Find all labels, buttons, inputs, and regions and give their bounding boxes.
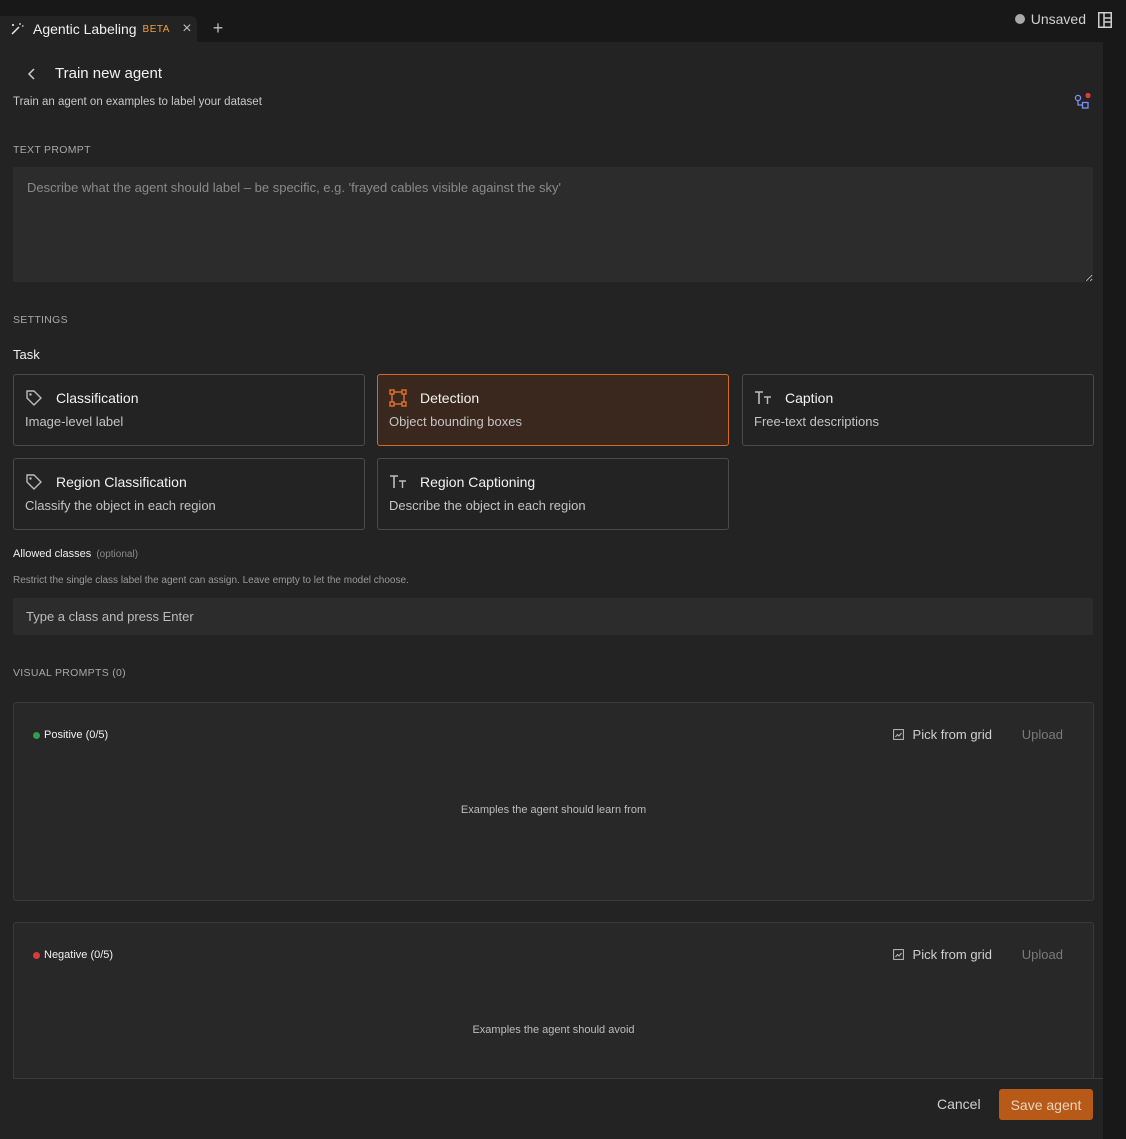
task-description: Describe the object in each region xyxy=(389,498,586,513)
new-tab-button[interactable]: + xyxy=(209,17,227,39)
cancel-button[interactable]: Cancel xyxy=(937,1096,981,1112)
positive-header: Positive (0/5) xyxy=(33,729,108,741)
positive-upload-button[interactable]: Upload xyxy=(1022,727,1063,742)
pick-label: Pick from grid xyxy=(912,947,992,962)
positive-empty-text: Examples the agent should learn from xyxy=(460,804,647,816)
allowed-classes-label: Allowed classes (optional) xyxy=(13,548,138,560)
close-tab-icon[interactable]: × xyxy=(180,20,194,38)
positive-dot-icon xyxy=(33,731,40,739)
tab-bar: Agentic Labeling BETA × + Unsaved xyxy=(0,0,1126,42)
task-card-region-classification[interactable]: Region Classification Classify the objec… xyxy=(13,458,365,530)
task-name: Detection xyxy=(420,390,480,406)
page-subtitle: Train an agent on examples to label your… xyxy=(13,96,262,108)
task-card-caption[interactable]: Caption Free-text descriptions xyxy=(742,374,1094,446)
footer-bar: Cancel Save agent xyxy=(13,1078,1103,1139)
negative-upload-button[interactable]: Upload xyxy=(1022,947,1063,962)
task-name: Caption xyxy=(785,390,834,406)
train-agent-panel: Train new agent Train an agent on exampl… xyxy=(0,42,1103,1139)
negative-empty-text: Examples the agent should avoid xyxy=(472,1024,635,1036)
negative-label: Negative (0/5) xyxy=(44,949,114,961)
tag-icon xyxy=(26,474,42,490)
grid-pick-icon xyxy=(892,949,904,960)
positive-label: Positive (0/5) xyxy=(44,729,109,741)
tab-title: Agentic Labeling xyxy=(33,21,137,37)
task-card-detection[interactable]: Detection Object bounding boxes xyxy=(377,374,729,446)
bounding-box-icon xyxy=(389,389,407,407)
task-description: Free-text descriptions xyxy=(754,414,879,429)
save-agent-button[interactable]: Save agent xyxy=(999,1089,1093,1120)
task-name: Region Classification xyxy=(56,474,187,490)
text-prompt-section-label: TEXT PROMPT xyxy=(13,144,91,156)
positive-pick-from-grid-button[interactable]: Pick from grid xyxy=(892,727,992,742)
tab-agentic-labeling[interactable]: Agentic Labeling BETA × xyxy=(0,16,197,42)
allowed-classes-help: Restrict the single class label the agen… xyxy=(13,575,409,586)
layout-panel-icon[interactable] xyxy=(1098,12,1112,28)
tag-icon xyxy=(26,390,42,406)
task-name: Classification xyxy=(56,390,139,406)
task-label: Task xyxy=(13,347,40,362)
grid-pick-icon xyxy=(892,729,904,740)
visual-prompts-section-label: VISUAL PROMPTS (0) xyxy=(13,667,126,679)
text-icon xyxy=(755,391,771,404)
back-chevron-icon[interactable] xyxy=(24,66,40,82)
agent-config-icon[interactable] xyxy=(1074,93,1092,111)
optional-hint: (optional) xyxy=(96,549,139,560)
text-icon xyxy=(390,475,406,488)
negative-pick-from-grid-button[interactable]: Pick from grid xyxy=(892,947,992,962)
save-status: Unsaved xyxy=(1014,11,1086,27)
positive-examples-dropzone[interactable]: Positive (0/5) Pick from grid Upload Exa… xyxy=(13,702,1094,901)
status-dot-icon xyxy=(1014,14,1025,24)
task-description: Object bounding boxes xyxy=(389,414,522,429)
status-label: Unsaved xyxy=(1030,11,1086,27)
task-description: Image-level label xyxy=(25,414,124,429)
window-edge xyxy=(1103,42,1126,1139)
beta-badge: BETA xyxy=(142,23,170,35)
task-name: Region Captioning xyxy=(420,474,536,490)
text-prompt-input[interactable] xyxy=(13,167,1093,282)
task-card-region-captioning[interactable]: Region Captioning Describe the object in… xyxy=(377,458,729,530)
settings-section-label: SETTINGS xyxy=(13,314,68,326)
negative-dot-icon xyxy=(33,951,40,959)
page-title: Train new agent xyxy=(55,65,163,82)
pick-label: Pick from grid xyxy=(912,727,992,742)
allowed-classes-title: Allowed classes xyxy=(13,548,92,560)
magic-wand-icon xyxy=(11,23,24,35)
negative-header: Negative (0/5) xyxy=(33,949,113,961)
allowed-classes-input[interactable] xyxy=(13,598,1093,635)
task-card-classification[interactable]: Classification Image-level label xyxy=(13,374,365,446)
task-description: Classify the object in each region xyxy=(25,498,216,513)
